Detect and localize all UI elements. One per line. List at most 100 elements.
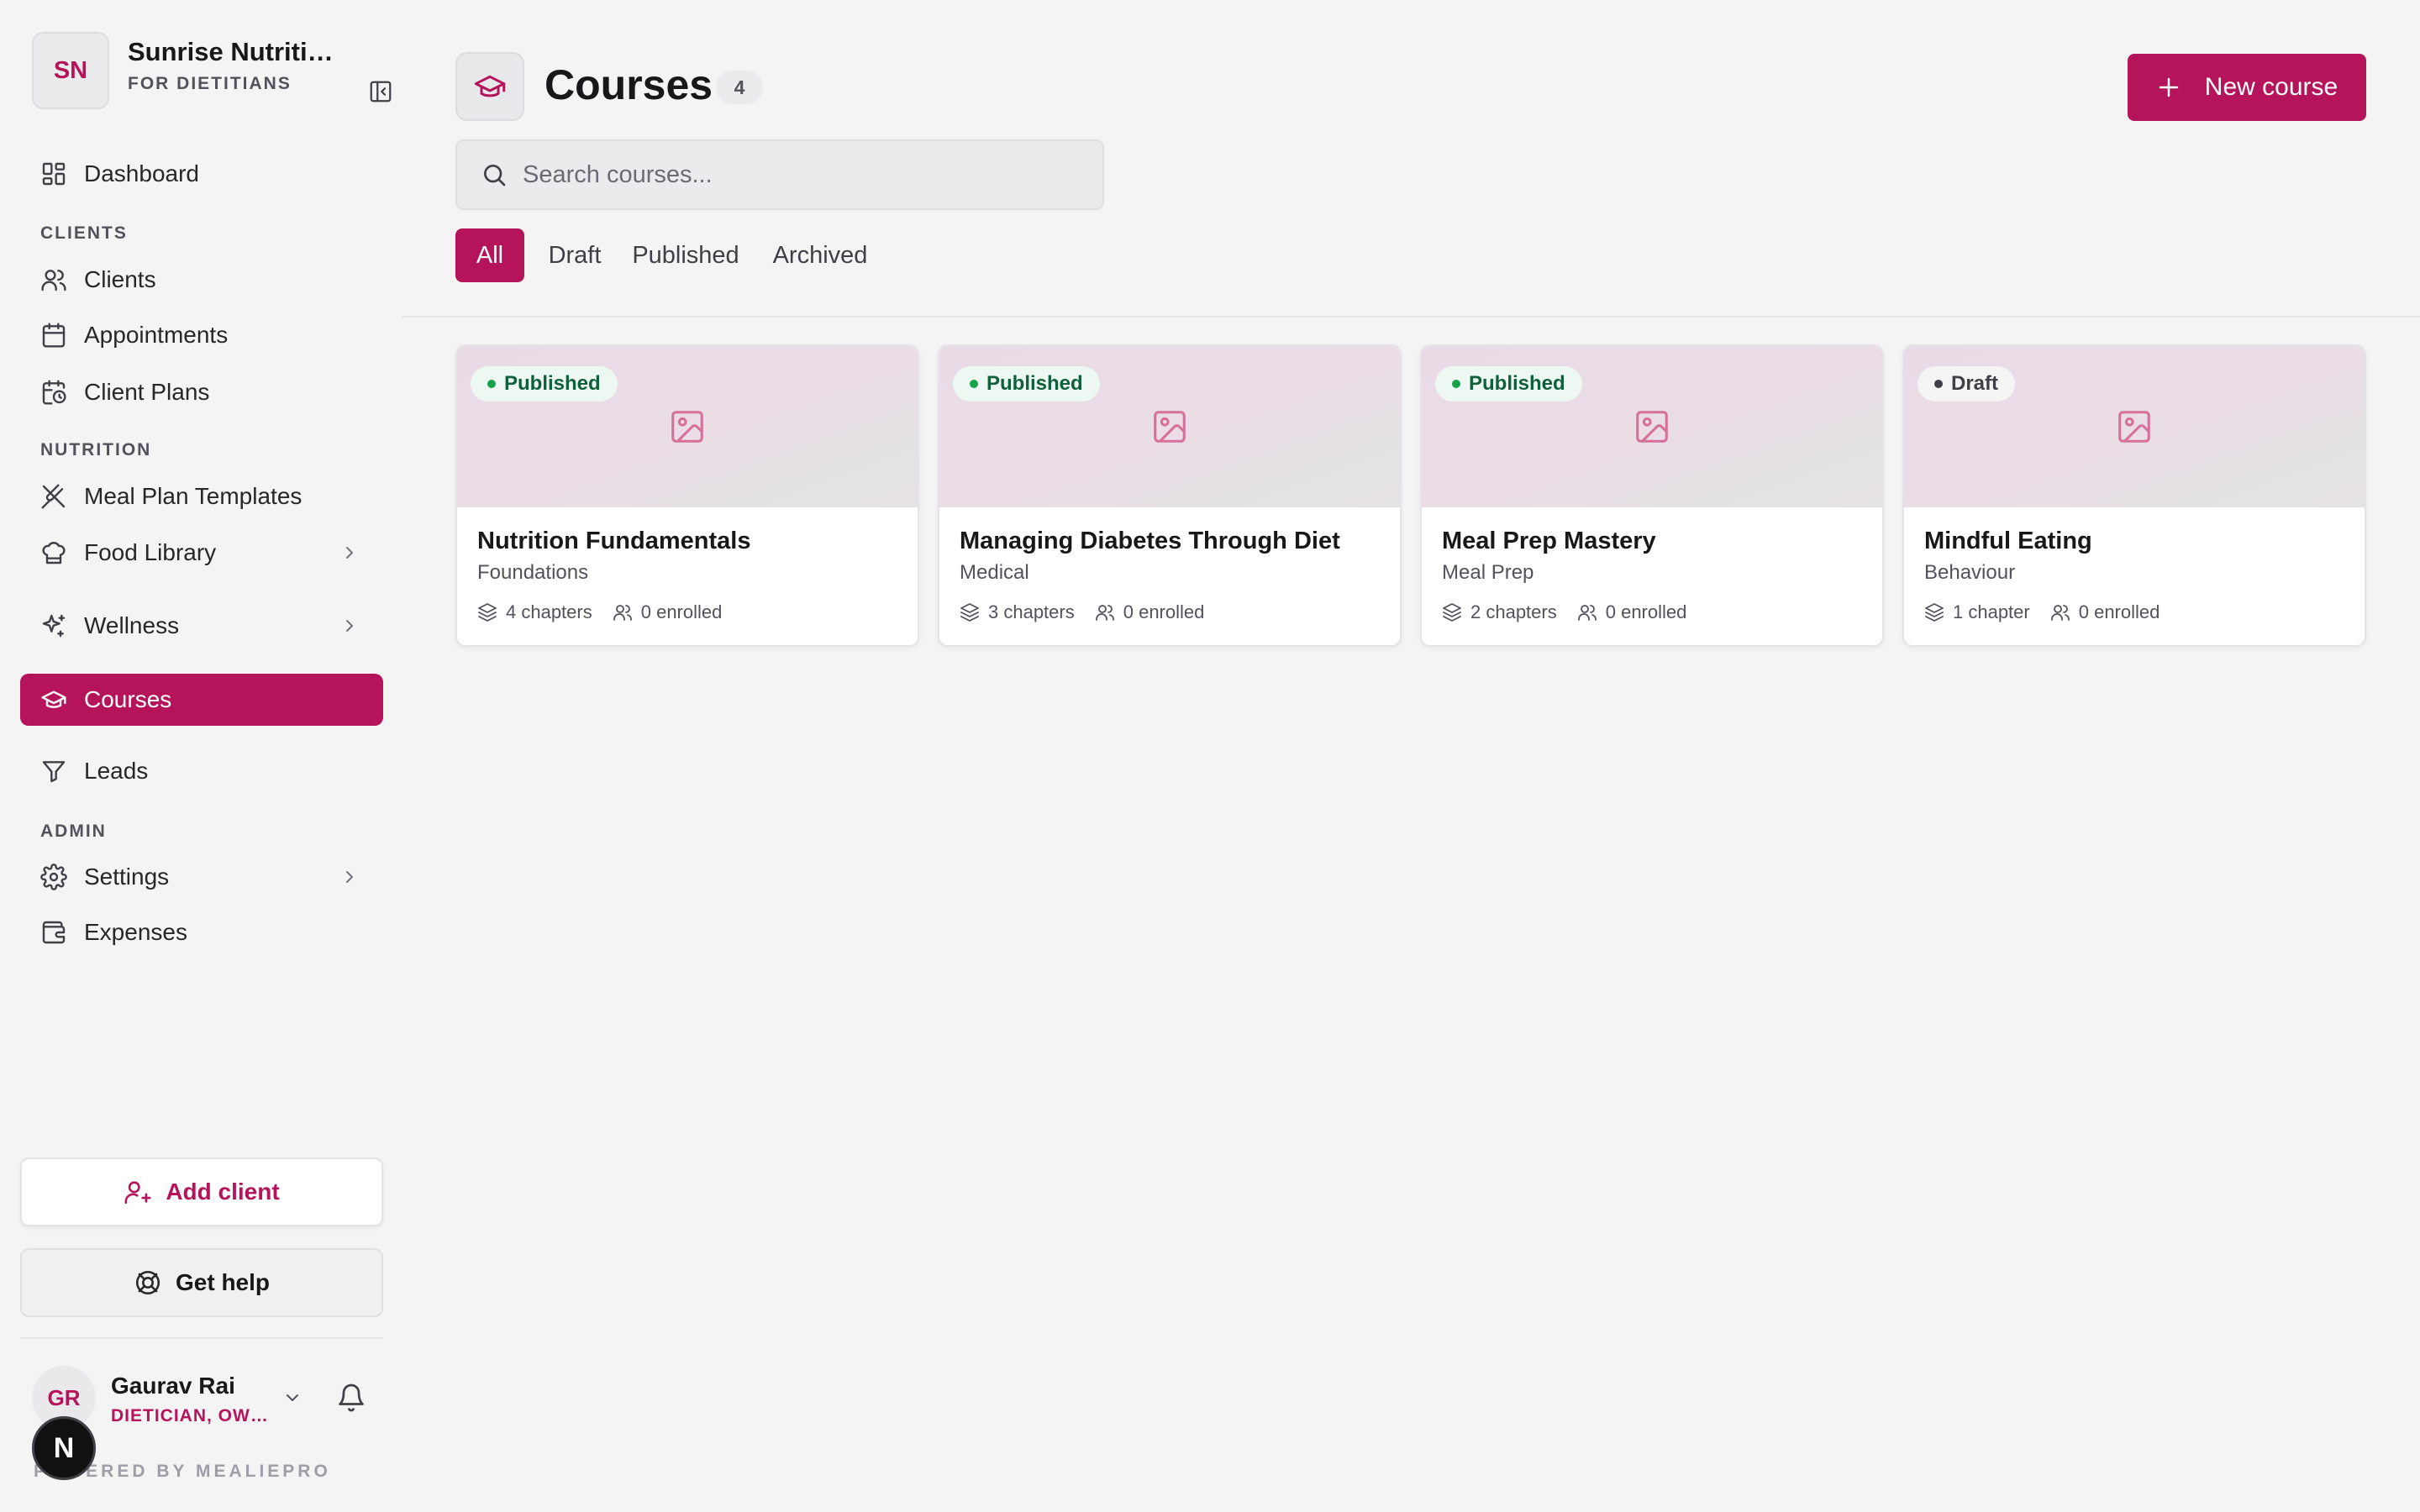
nav-clients-label: Clients (84, 266, 156, 292)
course-card[interactable]: Published Nutrition Fundamentals Foundat… (455, 344, 919, 647)
course-category: Meal Prep (1442, 561, 1534, 584)
page-title: Courses (544, 61, 713, 108)
users-icon (1577, 605, 1597, 621)
course-title: Mindful Eating (1924, 528, 2092, 554)
chevron-right-icon (346, 871, 353, 883)
image-placeholder-icon (2118, 411, 2150, 443)
course-meta: 2 chapters 0 enrolled (1442, 601, 1686, 623)
graduation-cap-icon (474, 75, 506, 97)
course-chapters: 2 chapters (1470, 601, 1557, 622)
layers-icon (960, 603, 979, 622)
user-name: Gaurav Rai (111, 1373, 235, 1399)
nav-appointments[interactable]: Appointments (20, 309, 383, 361)
course-title: Meal Prep Mastery (1442, 528, 1656, 554)
tab-all[interactable]: All (455, 228, 524, 282)
course-category: Foundations (477, 561, 589, 584)
course-cover: Draft (1904, 346, 2365, 507)
users-icon (1095, 605, 1114, 621)
nav-settings-label: Settings (84, 864, 170, 890)
org-name: Sunrise Nutrition (128, 37, 338, 66)
tab-draft[interactable]: Draft (539, 228, 610, 282)
org-header[interactable]: SN Sunrise Nutrition FOR DIETITIANS (32, 32, 392, 109)
layers-icon (1925, 603, 1944, 622)
nav-leads[interactable]: Leads (20, 745, 383, 797)
get-help-label: Get help (175, 1269, 270, 1295)
course-chapters: 4 chapters (506, 601, 592, 622)
add-client-button[interactable]: Add client (20, 1158, 383, 1226)
image-placeholder-icon (1154, 411, 1186, 443)
wallet-icon (42, 921, 66, 944)
page-icon (455, 52, 524, 121)
course-card[interactable]: Published Meal Prep Mastery Meal Prep 2 … (1420, 344, 1884, 647)
course-enrolled: 0 enrolled (640, 601, 723, 622)
nav-expenses[interactable]: Expenses (20, 906, 383, 958)
gear-icon (40, 864, 67, 890)
org-avatar: SN (32, 32, 109, 109)
count-badge: 4 (716, 71, 763, 104)
chevron-down-icon[interactable] (282, 1388, 302, 1408)
nav-expenses-label: Expenses (84, 919, 187, 945)
nav-wellness[interactable]: Wellness (20, 600, 383, 652)
dashboard-icon (42, 162, 66, 186)
users-icon (41, 270, 66, 291)
nav-dashboard[interactable]: Dashboard (20, 148, 383, 200)
nav-meal-plan-templates[interactable]: Meal Plan Templates (20, 470, 383, 522)
sidebar: SN Sunrise Nutrition FOR DIETITIANS Dash… (0, 0, 402, 1512)
sparkles-icon (42, 614, 66, 638)
funnel-icon (42, 761, 66, 783)
course-cover: Published (1422, 346, 1882, 507)
status-badge: Published (471, 366, 618, 402)
tab-archived[interactable]: Archived (761, 228, 879, 282)
user-role: DIETICIAN, OWNER (111, 1406, 271, 1425)
course-category: Behaviour (1924, 561, 2016, 584)
nav-client-plans-label: Client Plans (84, 379, 210, 405)
get-help-button[interactable]: Get help (20, 1248, 383, 1317)
nav-wellness-label: Wellness (84, 612, 180, 638)
nav-settings[interactable]: Settings (20, 851, 383, 903)
layers-icon (478, 603, 497, 622)
users-icon (2050, 605, 2070, 621)
image-placeholder-icon (671, 411, 703, 443)
bell-icon[interactable] (336, 1383, 366, 1413)
user-plus-icon (124, 1181, 151, 1205)
collapse-sidebar-icon[interactable] (365, 76, 397, 108)
status-badge: Published (953, 366, 1100, 402)
section-label-admin: ADMIN (40, 822, 107, 841)
course-category: Medical (960, 561, 1029, 584)
course-card[interactable]: Published Managing Diabetes Through Diet… (938, 344, 1402, 647)
nav-food-library[interactable]: Food Library (20, 527, 383, 579)
tab-published[interactable]: Published (625, 228, 746, 282)
nav-courses[interactable]: Courses (20, 674, 383, 726)
status-badge: Draft (1918, 366, 2016, 402)
course-enrolled: 0 enrolled (2078, 601, 2160, 622)
nav-dashboard-label: Dashboard (84, 160, 199, 186)
nav-client-plans[interactable]: Client Plans (20, 366, 383, 418)
course-title: Managing Diabetes Through Diet (960, 528, 1340, 554)
nav-meal-plan-templates-label: Meal Plan Templates (84, 483, 302, 509)
course-meta: 3 chapters 0 enrolled (960, 601, 1204, 623)
org-subtitle: FOR DIETITIANS (128, 74, 292, 93)
layers-icon (1443, 603, 1461, 622)
course-meta: 1 chapter 0 enrolled (1924, 601, 2160, 623)
chevron-right-icon (346, 620, 353, 632)
calendar-clock-icon (42, 380, 66, 405)
section-label-nutrition: NUTRITION (40, 440, 152, 459)
course-enrolled: 0 enrolled (1605, 601, 1687, 622)
course-card[interactable]: Draft Mindful Eating Behaviour 1 chapter… (1902, 344, 2366, 647)
course-enrolled: 0 enrolled (1123, 601, 1205, 622)
search-input[interactable] (523, 160, 1094, 189)
nav-leads-label: Leads (84, 758, 149, 784)
new-course-button[interactable]: New course (2128, 54, 2366, 121)
life-buoy-icon (135, 1270, 160, 1295)
dev-tools-badge[interactable]: N (32, 1416, 96, 1480)
search-icon (484, 165, 506, 186)
status-badge: Published (1435, 366, 1582, 402)
nav-appointments-label: Appointments (84, 322, 229, 348)
plus-icon (2159, 77, 2179, 97)
nav-clients[interactable]: Clients (20, 254, 383, 306)
course-meta: 4 chapters 0 enrolled (477, 601, 722, 623)
chef-hat-icon (42, 542, 66, 564)
nav-courses-label: Courses (84, 686, 172, 712)
search-box[interactable] (455, 139, 1104, 210)
course-chapters: 1 chapter (1953, 601, 2030, 622)
